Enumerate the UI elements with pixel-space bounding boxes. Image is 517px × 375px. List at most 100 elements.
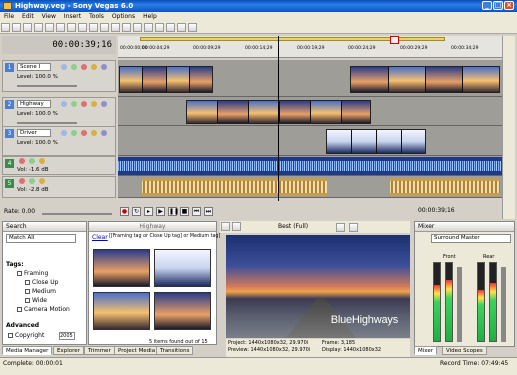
preview-settings-icon[interactable] [221,222,230,231]
play-button[interactable]: ▶ [156,207,165,216]
paste-icon[interactable] [78,23,87,32]
checkbox[interactable] [17,271,22,276]
media-thumbnail[interactable] [154,292,211,330]
advanced-label[interactable]: Advanced [6,322,39,329]
undo-icon[interactable] [89,23,98,32]
track-lane-2[interactable] [118,97,502,126]
mute-icon[interactable] [39,158,45,164]
mute-icon[interactable] [91,64,97,70]
fx-icon[interactable] [29,158,35,164]
track-header-highway[interactable]: 2 Highway Level: 100.0 % [2,97,116,129]
fx-icon[interactable] [81,64,87,70]
open-icon[interactable] [12,23,21,32]
solo-icon[interactable] [101,130,107,136]
maximize-button[interactable]: □ [493,1,503,10]
go-to-start-button[interactable]: ⏮ [192,207,201,216]
composite-icon[interactable] [71,101,77,107]
split-screen-icon[interactable] [336,223,345,232]
go-to-end-button[interactable]: ⏭ [204,207,213,216]
timeline-ruler[interactable]: 00:00:00;00 00:00:04;29 00:00:09;29 00:0… [118,36,502,58]
track-header-audio-2[interactable]: 5 Vol: -2.8 dB [2,176,116,198]
track-header-scene[interactable]: 1 Scene I Level: 100.0 % [2,60,116,92]
track-header-audio-1[interactable]: 4 Vol: -1.6 dB [2,156,116,175]
auto-ripple-icon[interactable] [122,23,131,32]
tag-medium[interactable]: Medium [25,288,56,295]
fx-icon[interactable] [81,130,87,136]
clear-link[interactable]: Clear [92,234,108,241]
media-thumbnail[interactable] [93,292,150,330]
menu-help[interactable]: Help [139,12,161,21]
timeline-scrollbar[interactable] [502,36,515,219]
menu-insert[interactable]: Insert [60,12,85,21]
properties-icon[interactable] [34,23,43,32]
copy-icon[interactable] [67,23,76,32]
tab-media-manager[interactable]: Media Manager [2,346,53,355]
track-name-field[interactable]: Scene I [17,63,51,71]
media-thumbnail[interactable] [93,249,150,287]
play-from-start-button[interactable]: ▸ [144,207,153,216]
enable-snapping-icon[interactable] [111,23,120,32]
record-button[interactable]: ● [120,207,129,216]
zoom-tool-icon[interactable] [177,23,186,32]
copyright-field[interactable]: 2005 [59,332,75,340]
track-header-driver[interactable]: 3 Driver Level: 100.0 % [2,126,116,156]
media-thumbnail[interactable] [154,249,211,287]
track-lane-1[interactable] [118,60,502,97]
tag-camera-motion[interactable]: Camera Motion [17,306,70,313]
checkbox[interactable] [17,307,22,312]
cut-icon[interactable] [56,23,65,32]
video-clip[interactable] [119,66,213,93]
menu-tools[interactable]: Tools [85,12,108,21]
match-dropdown[interactable]: Match All [6,234,76,243]
record-arm-icon[interactable] [19,158,25,164]
loop-playback-button[interactable]: ↻ [132,207,141,216]
mute-icon[interactable] [39,178,45,184]
track-lane-4[interactable] [118,156,502,176]
selection-tool-icon[interactable] [166,23,175,32]
playhead[interactable] [278,36,279,201]
video-clip[interactable] [326,129,426,154]
solo-icon[interactable] [101,101,107,107]
loop-region[interactable] [140,37,445,41]
video-clip[interactable] [350,66,500,93]
tab-project-media[interactable]: Project Media [114,346,160,355]
checkbox[interactable] [25,289,30,294]
composite-icon[interactable] [71,64,77,70]
new-icon[interactable] [1,23,10,32]
lock-envelopes-icon[interactable] [133,23,142,32]
tab-video-scopes[interactable]: Video Scopes [442,346,487,355]
redo-icon[interactable] [100,23,109,32]
rear-fader[interactable] [501,267,506,342]
audio-clip[interactable] [118,157,502,175]
minimize-button[interactable]: _ [482,1,492,10]
tab-explorer[interactable]: Explorer [53,346,84,355]
checkbox[interactable] [8,333,13,338]
level-slider[interactable] [17,122,77,124]
track-lane-3[interactable] [118,126,502,156]
audio-clip[interactable] [142,178,327,196]
menu-edit[interactable]: Edit [18,12,38,21]
close-button[interactable]: × [504,1,514,10]
tab-transitions[interactable]: Transitions [156,346,194,355]
copy-snapshot-icon[interactable] [349,223,358,232]
motion-icon[interactable] [61,64,67,70]
rate-slider[interactable] [42,213,112,215]
overlay-icon[interactable] [232,222,241,231]
stop-button[interactable]: ■ [180,207,189,216]
save-icon[interactable] [23,23,32,32]
track-name-field[interactable]: Driver [17,129,51,137]
video-preview[interactable]: BlueHighways [226,235,410,338]
envelope-tool-icon[interactable] [155,23,164,32]
tab-trimmer[interactable]: Trimmer [84,346,115,355]
pause-button[interactable]: ❚❚ [168,207,179,216]
tab-mixer[interactable]: Mixer [414,346,438,355]
track-lane-5[interactable] [118,176,502,198]
track-name-field[interactable]: Highway [17,100,51,108]
marker-flag[interactable] [390,36,399,44]
master-fader[interactable] [457,267,462,342]
menu-view[interactable]: View [38,12,60,21]
surround-master-field[interactable]: Surround Master [431,234,511,243]
menu-options[interactable]: Options [108,12,139,21]
render-icon[interactable] [45,23,54,32]
composite-icon[interactable] [71,130,77,136]
